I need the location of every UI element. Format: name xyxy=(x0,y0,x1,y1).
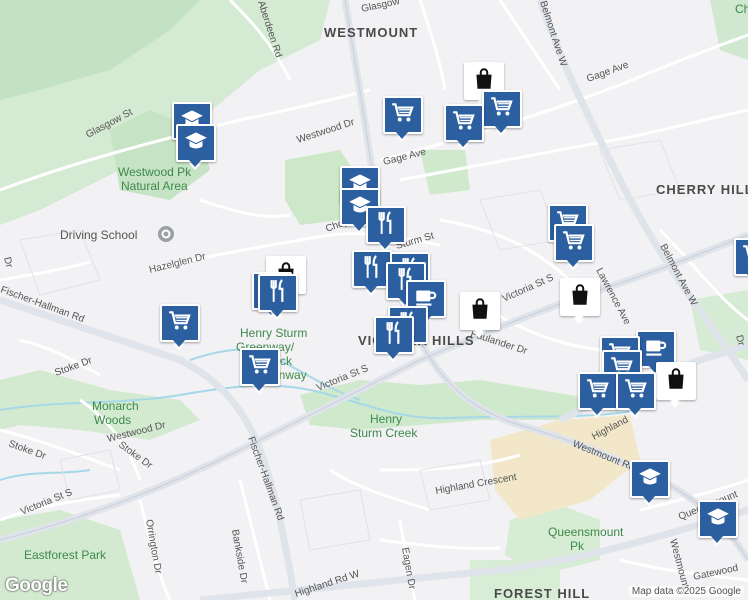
school-marker[interactable] xyxy=(630,460,670,506)
shopping-cart-icon xyxy=(489,94,515,125)
shopping-cart-icon xyxy=(585,376,611,407)
shopping-cart-marker[interactable] xyxy=(482,90,522,136)
shopping-cart-marker[interactable] xyxy=(578,372,618,418)
driving-school-poi[interactable] xyxy=(158,226,174,242)
shopping-bag-icon xyxy=(663,366,689,397)
label-queensmount-2: Pk xyxy=(570,539,585,553)
shopping-bag-marker[interactable] xyxy=(656,362,696,408)
shopping-bag-icon xyxy=(467,296,493,327)
shopping-bag-marker[interactable] xyxy=(560,278,600,324)
label-monarch-2: Woods xyxy=(94,413,131,427)
shopping-cart-icon xyxy=(390,100,416,131)
shopping-cart-marker[interactable] xyxy=(444,104,484,150)
label-queensmount-1: Queensmount xyxy=(548,525,624,539)
shopping-cart-marker[interactable] xyxy=(240,348,280,394)
restaurant-icon xyxy=(373,210,399,241)
label-natural-area: Natural Area xyxy=(121,179,188,193)
shopping-cart-marker[interactable] xyxy=(383,96,423,142)
label-westmount: WESTMOUNT xyxy=(324,25,418,40)
restaurant-icon xyxy=(359,254,385,285)
school-icon xyxy=(183,128,209,159)
shopping-cart-marker[interactable] xyxy=(616,372,656,418)
shopping-cart-icon xyxy=(741,242,748,273)
restaurant-marker[interactable] xyxy=(374,316,414,362)
shopping-cart-icon xyxy=(451,108,477,139)
restaurant-icon xyxy=(381,320,407,351)
restaurant-marker[interactable] xyxy=(258,274,298,320)
label-forest-hill: FOREST HILL xyxy=(494,586,590,600)
label-cherry-top: Cherry xyxy=(735,2,748,16)
shopping-bag-icon xyxy=(567,282,593,313)
map-canvas[interactable]: WESTMOUNT CHERRY HILL VICTORIA HILLS FOR… xyxy=(0,0,748,600)
label-cherry-hill: CHERRY HILL xyxy=(656,182,748,197)
shopping-cart-marker[interactable] xyxy=(554,224,594,270)
map-attribution[interactable]: Map data ©2025 Google xyxy=(628,586,744,597)
label-henry-sturm-1: Henry Sturm xyxy=(240,326,307,340)
label-eastforest: Eastforest Park xyxy=(24,548,107,562)
shopping-cart-icon xyxy=(167,308,193,339)
shopping-cart-icon xyxy=(247,352,273,383)
shopping-cart-marker[interactable] xyxy=(734,238,748,284)
shopping-cart-icon xyxy=(623,376,649,407)
label-creek-2: Sturm Creek xyxy=(350,426,418,440)
google-logo: Google xyxy=(5,575,68,596)
cafe-icon xyxy=(643,334,669,365)
school-marker[interactable] xyxy=(176,124,216,170)
shopping-cart-icon xyxy=(561,228,587,259)
restaurant-icon xyxy=(265,278,291,309)
label-monarch-1: Monarch xyxy=(92,399,139,413)
shopping-cart-marker[interactable] xyxy=(160,304,200,350)
shopping-bag-marker[interactable] xyxy=(460,292,500,338)
label-creek-1: Henry xyxy=(370,412,402,426)
school-icon xyxy=(637,464,663,495)
school-marker[interactable] xyxy=(698,500,738,546)
restaurant-marker[interactable] xyxy=(366,206,406,252)
restaurant-marker[interactable] xyxy=(352,250,392,296)
label-driving-school: Driving School xyxy=(60,228,137,242)
school-icon xyxy=(705,504,731,535)
